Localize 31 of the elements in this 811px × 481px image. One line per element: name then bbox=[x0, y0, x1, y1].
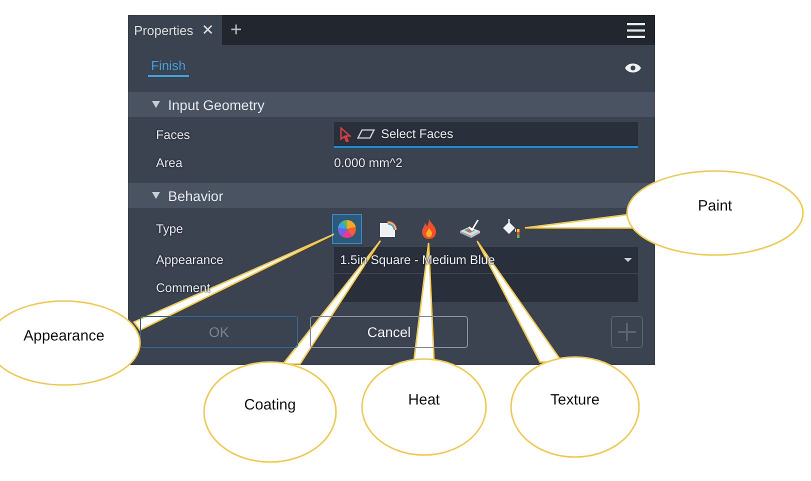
coated-block-icon bbox=[377, 218, 399, 240]
cancel-button[interactable]: Cancel bbox=[310, 316, 468, 348]
field-label: Faces bbox=[156, 128, 192, 142]
close-icon[interactable]: ✕ bbox=[201, 21, 214, 39]
color-wheel-icon bbox=[336, 218, 358, 240]
callout-label: Coating bbox=[244, 396, 296, 414]
callout-label: Paint bbox=[698, 198, 732, 214]
callout-label: Texture bbox=[550, 392, 600, 408]
flame-icon bbox=[420, 218, 438, 240]
area-value: 0.000 mm^2 bbox=[334, 156, 404, 170]
field-label: Appearance bbox=[156, 253, 224, 267]
face-selector-field[interactable]: Select Faces bbox=[334, 122, 638, 148]
face-icon bbox=[357, 129, 375, 139]
panel-tab[interactable]: Properties ✕ bbox=[128, 15, 222, 45]
texture-block-icon bbox=[458, 218, 482, 240]
type-option-button[interactable] bbox=[332, 214, 362, 244]
plus-icon bbox=[617, 322, 637, 342]
cursor-icon bbox=[340, 126, 351, 142]
section-header[interactable]: Input Geometry bbox=[128, 92, 655, 117]
field-label: Type bbox=[156, 222, 184, 236]
menu-icon[interactable] bbox=[627, 22, 645, 38]
callout-label: Heat bbox=[408, 392, 440, 408]
expanded-triangle-icon bbox=[152, 192, 160, 199]
field-label: Comment bbox=[156, 281, 212, 295]
add-tab-button[interactable]: + bbox=[230, 18, 242, 42]
expanded-triangle-icon bbox=[152, 101, 160, 108]
caret-icon bbox=[624, 258, 632, 262]
callout-label: Appearance bbox=[24, 328, 104, 344]
field-label: Area bbox=[156, 156, 184, 170]
comment-field[interactable] bbox=[334, 274, 638, 302]
eye-icon[interactable] bbox=[625, 62, 641, 72]
